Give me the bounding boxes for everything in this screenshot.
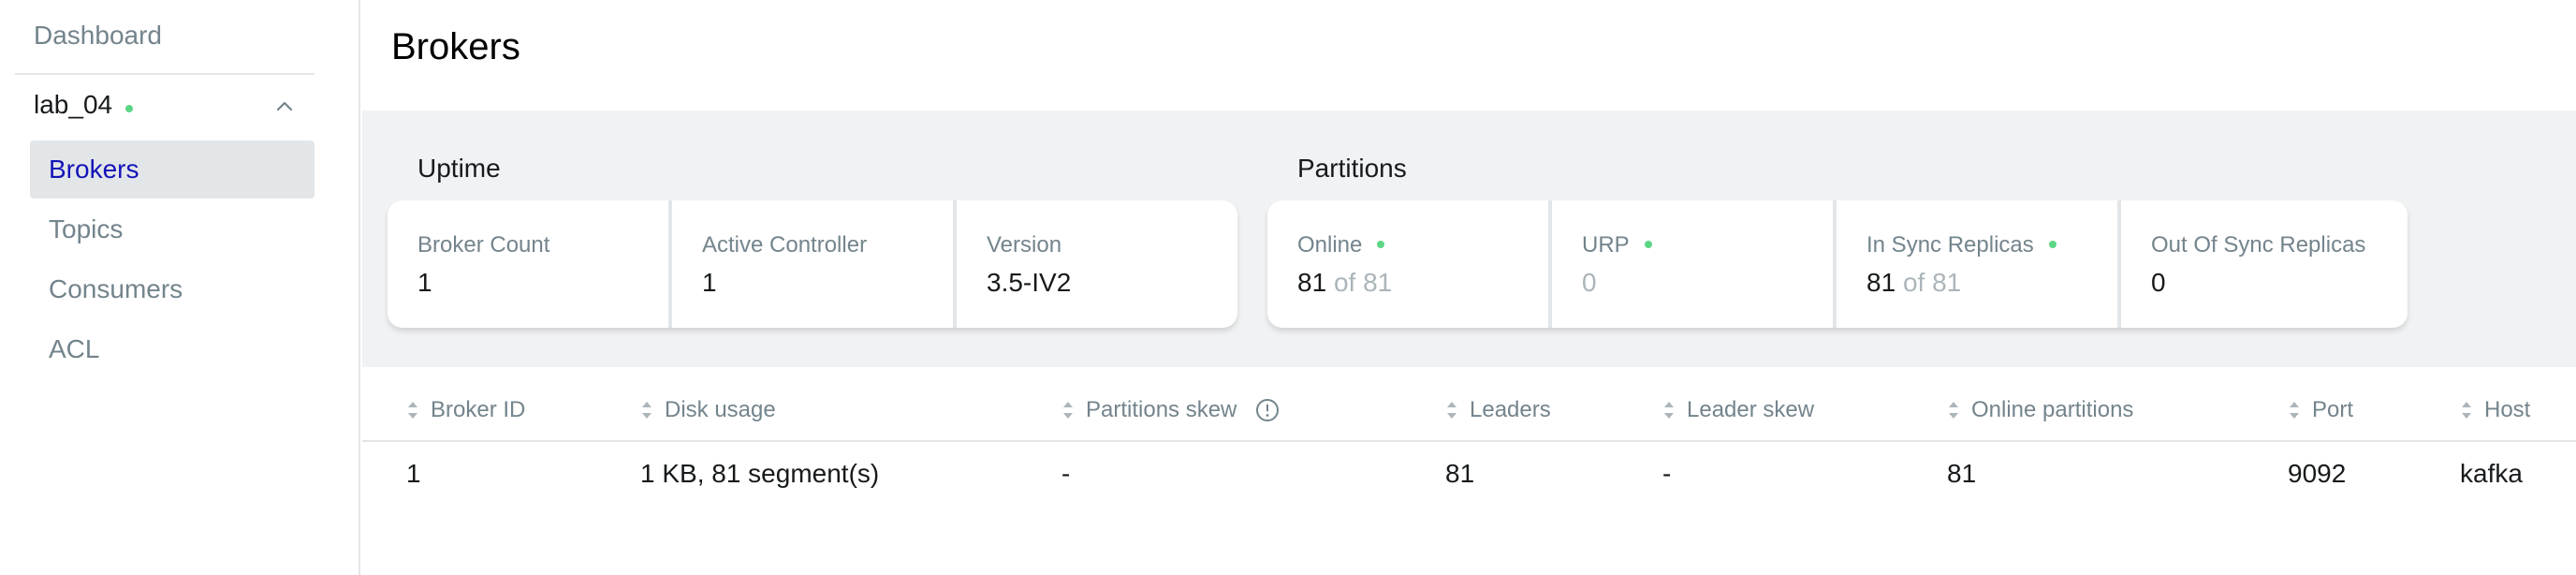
sidebar-item-consumers[interactable]: Consumers <box>30 260 315 318</box>
sidebar: Dashboard lab_04 Brokers Topics Consumer… <box>0 0 360 575</box>
metric-value: 0 <box>2151 268 2166 297</box>
sort-icon <box>2288 400 2301 420</box>
cluster-name: lab_04 <box>34 90 113 119</box>
column-header-leader-skew[interactable]: Leader skew <box>1662 397 1814 423</box>
cell-broker-id[interactable]: 1 <box>406 459 421 489</box>
info-icon[interactable] <box>1255 398 1280 422</box>
metric-value: 1 <box>417 268 432 297</box>
cell-partitions-skew: - <box>1061 459 1071 488</box>
metric-label: Online <box>1297 232 1385 258</box>
metric-value: 81 of 81 <box>1866 268 1962 297</box>
sort-icon <box>406 400 419 420</box>
sort-icon <box>640 400 653 420</box>
uptime-title: Uptime <box>417 154 501 183</box>
status-dot <box>1644 240 1652 248</box>
metric-label: Version <box>987 232 1062 258</box>
sort-icon <box>1061 400 1075 420</box>
metric-card-version: Version 3.5-IV2 <box>957 200 1237 328</box>
metric-value: 81 of 81 <box>1297 268 1393 297</box>
nav-dashboard[interactable]: Dashboard <box>34 21 162 51</box>
cell-host: kafka <box>2460 459 2523 488</box>
metric-card-active-controller: Active Controller 1 <box>672 200 953 328</box>
column-header-partitions-skew[interactable]: Partitions skew <box>1061 397 1280 423</box>
cell-online-partitions: 81 <box>1947 459 1977 488</box>
column-header-host[interactable]: Host <box>2460 397 2530 423</box>
sidebar-divider <box>15 73 315 75</box>
uptime-cards: Broker Count 1 Active Controller 1 Versi… <box>388 200 1237 328</box>
partitions-title: Partitions <box>1297 154 1407 183</box>
cluster-status-dot <box>125 105 133 112</box>
metric-label: Broker Count <box>417 232 550 258</box>
cell-leaders: 81 <box>1445 459 1475 488</box>
partitions-cards: Online 81 of 81 URP 0 In Sync Replicas 8… <box>1267 200 2408 328</box>
cell-disk-usage: 1 KB, 81 segment(s) <box>640 459 880 488</box>
column-header-port[interactable]: Port <box>2288 397 2353 423</box>
sort-icon <box>1445 400 1458 420</box>
sort-icon <box>2460 400 2473 420</box>
metric-label: Out Of Sync Replicas <box>2151 232 2366 258</box>
chevron-up-icon[interactable] <box>275 99 294 112</box>
metric-card-in-sync-replicas: In Sync Replicas 81 of 81 <box>1837 200 2117 328</box>
cluster-toggle[interactable]: lab_04 <box>34 90 305 127</box>
sort-icon <box>1662 400 1676 420</box>
sidebar-item-brokers[interactable]: Brokers <box>30 140 315 199</box>
column-header-broker-id[interactable]: Broker ID <box>406 397 525 423</box>
metric-value: 3.5-IV2 <box>987 268 1072 297</box>
metric-card-broker-count: Broker Count 1 <box>388 200 668 328</box>
column-header-disk-usage[interactable]: Disk usage <box>640 397 776 423</box>
cell-port: 9092 <box>2288 459 2347 488</box>
metric-card-out-of-sync-replicas: Out Of Sync Replicas 0 <box>2121 200 2408 328</box>
column-header-leaders[interactable]: Leaders <box>1445 397 1551 423</box>
status-dot <box>1377 240 1385 248</box>
metric-label: URP <box>1582 232 1652 258</box>
metric-label: Active Controller <box>702 232 868 258</box>
sidebar-item-acl[interactable]: ACL <box>30 320 315 378</box>
sidebar-item-topics[interactable]: Topics <box>30 200 315 258</box>
page-title: Brokers <box>391 26 520 67</box>
cell-leader-skew: - <box>1662 459 1672 488</box>
metric-value: 0 <box>1582 268 1597 297</box>
metric-card-urp: URP 0 <box>1552 200 1833 328</box>
status-dot <box>2048 240 2056 248</box>
sort-icon <box>1947 400 1960 420</box>
metric-card-online: Online 81 of 81 <box>1267 200 1548 328</box>
column-header-online-partitions[interactable]: Online partitions <box>1947 397 2133 423</box>
metric-label: In Sync Replicas <box>1866 232 2056 258</box>
metric-value: 1 <box>702 268 717 297</box>
